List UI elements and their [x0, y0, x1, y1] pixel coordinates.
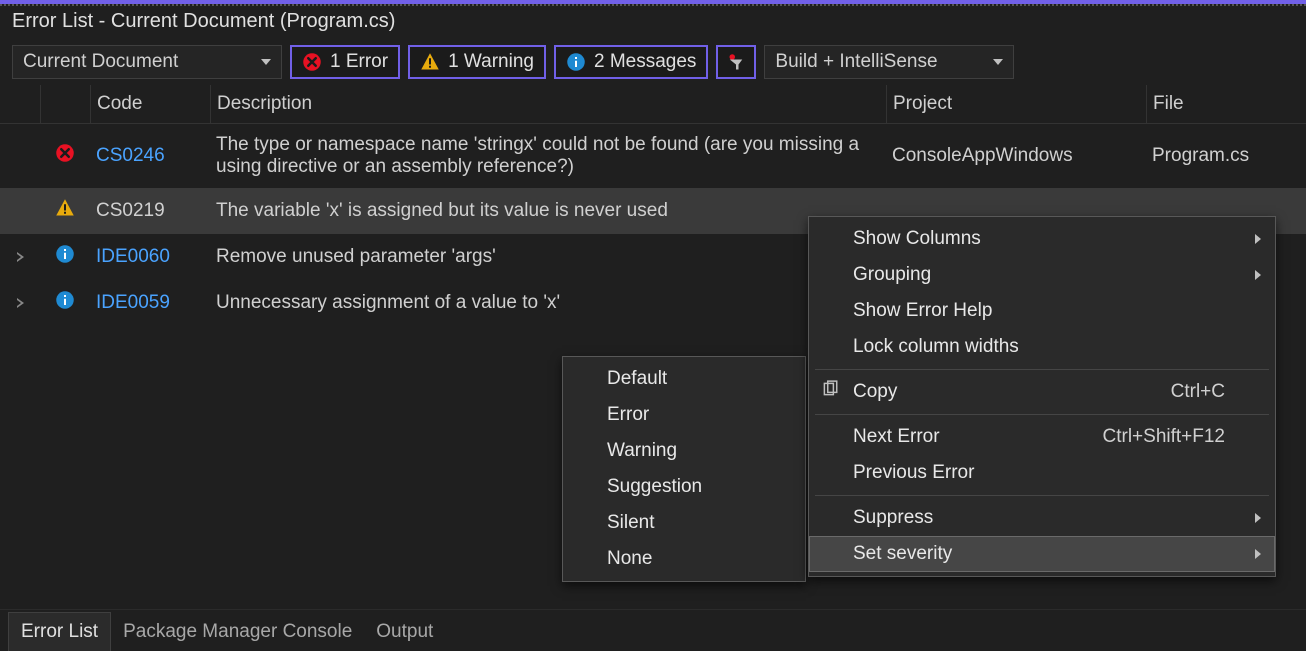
severity-icon-cell: [40, 286, 90, 320]
menu-item-label: Set severity: [853, 543, 952, 565]
menu-item-label: Show Error Help: [853, 300, 992, 322]
window-title: Error List - Current Document (Program.c…: [0, 4, 1306, 39]
code-link[interactable]: IDE0059: [90, 288, 210, 318]
menu-item[interactable]: Previous Error: [809, 455, 1275, 491]
expand-toggle[interactable]: [0, 288, 40, 318]
chevron-down-icon: [261, 59, 271, 65]
chevron-right-icon: [1255, 513, 1261, 523]
menu-shortcut: Ctrl+Shift+F12: [1103, 426, 1226, 448]
chevron-right-icon: [17, 252, 24, 262]
info-icon: [566, 52, 586, 72]
col-file[interactable]: File: [1146, 85, 1306, 123]
description-cell: The variable 'x' is assigned but its val…: [210, 196, 886, 226]
severity-option-label: Error: [607, 404, 649, 426]
chevron-right-icon: [1255, 549, 1261, 559]
severity-icon-cell: [40, 139, 90, 173]
code-link[interactable]: IDE0060: [90, 242, 210, 272]
expand-toggle[interactable]: [0, 242, 40, 272]
menu-shortcut: Ctrl+C: [1171, 381, 1225, 403]
severity-option[interactable]: Warning: [563, 433, 805, 469]
severity-icon-cell: [40, 240, 90, 274]
col-project[interactable]: Project: [886, 85, 1146, 123]
menu-item-label: Previous Error: [853, 462, 974, 484]
project-cell: ConsoleAppWindows: [886, 141, 1146, 171]
warnings-count: 1 Warning: [448, 51, 534, 73]
severity-option[interactable]: None: [563, 541, 805, 577]
expand-toggle: [0, 152, 40, 160]
advanced-filter-button[interactable]: [716, 45, 756, 79]
bottom-tabs: Error ListPackage Manager ConsoleOutput: [0, 609, 1306, 651]
menu-item-label: Lock column widths: [853, 336, 1019, 358]
severity-option-label: Warning: [607, 440, 677, 462]
code-link: CS0219: [90, 196, 210, 226]
menu-item-label: Suppress: [853, 507, 933, 529]
severity-option[interactable]: Suggestion: [563, 469, 805, 505]
severity-option[interactable]: Silent: [563, 505, 805, 541]
warnings-filter-button[interactable]: 1 Warning: [408, 45, 546, 79]
severity-option[interactable]: Error: [563, 397, 805, 433]
scope-dropdown[interactable]: Current Document: [12, 45, 282, 79]
code-link[interactable]: CS0246: [90, 141, 210, 171]
context-menu: Show Columns Grouping Show Error Help Lock …: [808, 216, 1276, 577]
chevron-right-icon: [1255, 270, 1261, 280]
description-cell: Remove unused parameter 'args': [210, 242, 886, 272]
severity-icon-cell: [40, 194, 90, 228]
description-cell: The type or namespace name 'stringx' cou…: [210, 130, 886, 182]
warning-icon: [420, 52, 440, 72]
project-cell: [886, 207, 1146, 215]
col-severity[interactable]: [40, 85, 90, 123]
menu-item[interactable]: Suppress: [809, 500, 1275, 536]
info-icon: [55, 244, 75, 264]
error-icon: [302, 52, 322, 72]
toolbar: Current Document 1 Error 1 Warning 2 Mes…: [0, 39, 1306, 85]
col-expand[interactable]: [0, 85, 40, 123]
menu-item-label: Grouping: [853, 264, 931, 286]
chevron-down-icon: [993, 59, 1003, 65]
messages-count: 2 Messages: [594, 51, 696, 73]
severity-option-label: Suggestion: [607, 476, 702, 498]
scope-label: Current Document: [23, 51, 178, 73]
col-description[interactable]: Description: [210, 85, 886, 123]
menu-item[interactable]: Show Error Help: [809, 293, 1275, 329]
table-row[interactable]: CS0246The type or namespace name 'string…: [0, 124, 1306, 188]
menu-item[interactable]: Copy Ctrl+C: [809, 374, 1275, 410]
severity-option-label: Default: [607, 368, 667, 390]
menu-item[interactable]: Show Columns: [809, 221, 1275, 257]
warning-icon: [55, 198, 75, 218]
errors-filter-button[interactable]: 1 Error: [290, 45, 400, 79]
error-icon: [55, 143, 75, 163]
menu-item[interactable]: Set severity: [809, 536, 1275, 572]
description-cell: Unnecessary assignment of a value to 'x': [210, 288, 886, 318]
chevron-right-icon: [1255, 234, 1261, 244]
errors-count: 1 Error: [330, 51, 388, 73]
filter-icon: [726, 52, 746, 72]
menu-separator: [815, 369, 1269, 370]
menu-separator: [815, 495, 1269, 496]
expand-toggle: [0, 207, 40, 215]
source-label: Build + IntelliSense: [775, 51, 937, 73]
menu-item[interactable]: Next Error Ctrl+Shift+F12: [809, 419, 1275, 455]
severity-option[interactable]: Default: [563, 361, 805, 397]
file-cell: [1146, 207, 1306, 215]
menu-separator: [815, 414, 1269, 415]
menu-item[interactable]: Grouping: [809, 257, 1275, 293]
source-dropdown[interactable]: Build + IntelliSense: [764, 45, 1014, 79]
menu-item-label: Show Columns: [853, 228, 981, 250]
info-icon: [55, 290, 75, 310]
table-header: Code Description Project File: [0, 85, 1306, 124]
menu-item-label: Copy: [853, 381, 897, 403]
copy-icon: [821, 380, 839, 398]
menu-item-label: Next Error: [853, 426, 940, 448]
bottom-tab[interactable]: Package Manager Console: [111, 613, 364, 651]
col-code[interactable]: Code: [90, 85, 210, 123]
severity-option-label: None: [607, 548, 652, 570]
bottom-tab[interactable]: Error List: [8, 612, 111, 651]
bottom-tab[interactable]: Output: [364, 613, 445, 651]
chevron-right-icon: [17, 298, 24, 308]
severity-option-label: Silent: [607, 512, 655, 534]
severity-submenu: Default Error Warning Suggestion Silent None: [562, 356, 806, 582]
messages-filter-button[interactable]: 2 Messages: [554, 45, 708, 79]
file-cell: Program.cs: [1146, 141, 1306, 171]
menu-item[interactable]: Lock column widths: [809, 329, 1275, 365]
